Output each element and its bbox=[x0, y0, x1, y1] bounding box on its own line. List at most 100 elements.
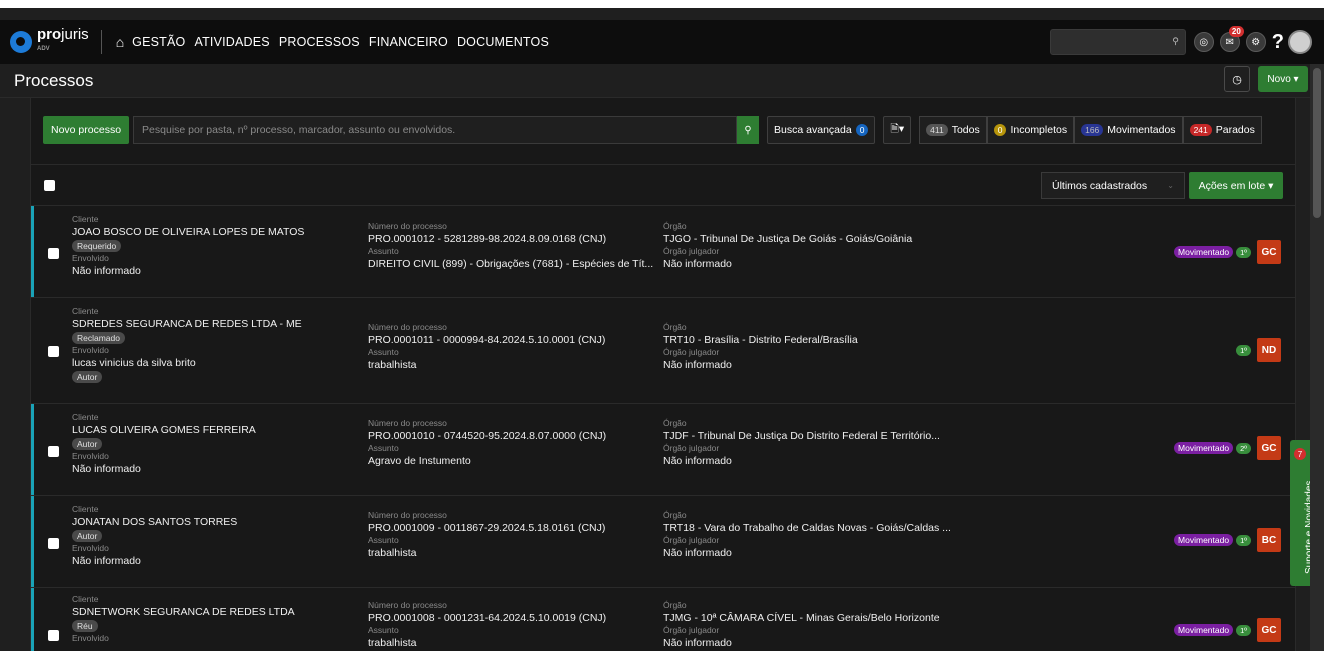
filter-group: 411 Todos 0 Incompletos 166 Movimentados 24… bbox=[919, 116, 1262, 144]
home-icon[interactable]: ⌂ bbox=[116, 34, 124, 50]
table-row[interactable]: Cliente JOAO BOSCO DE OLIVEIRA LOPES DE … bbox=[31, 206, 1295, 298]
instance-badge: 1º bbox=[1236, 534, 1251, 546]
filter-movimentados[interactable]: 166 Movimentados bbox=[1074, 116, 1183, 144]
search-icon: ⚲ bbox=[1172, 36, 1179, 46]
history-button[interactable]: ◷ bbox=[1224, 66, 1250, 92]
row-checkbox[interactable] bbox=[48, 446, 59, 457]
gear-icon: ⚙ bbox=[1251, 36, 1261, 48]
process-number[interactable]: PRO.0001012 - 5281289-98.2024.8.09.0168 … bbox=[368, 232, 653, 246]
search-icon: ⚲ bbox=[744, 124, 752, 136]
settings-button[interactable]: ⚙ bbox=[1245, 32, 1266, 52]
client-name[interactable]: JOAO BOSCO DE OLIVEIRA LOPES DE MATOS bbox=[72, 225, 304, 239]
help-icon[interactable]: ? bbox=[1272, 31, 1284, 54]
process-search-input[interactable]: Pesquise por pasta, nº processo, marcado… bbox=[133, 116, 738, 144]
scrollbar[interactable] bbox=[1310, 64, 1324, 651]
judge-organ: Não informado bbox=[663, 637, 732, 649]
notification-count: 20 bbox=[1228, 26, 1244, 37]
nav-documentos[interactable]: DOCUMENTOS bbox=[457, 35, 549, 49]
sort-select[interactable]: Últimos cadastrados ⌄ bbox=[1041, 172, 1185, 199]
role-tag: Autor bbox=[72, 438, 103, 450]
nav-processos[interactable]: PROCESSOS bbox=[279, 35, 360, 49]
support-count: 7 bbox=[1294, 448, 1306, 460]
row-checkbox[interactable] bbox=[48, 538, 59, 549]
table-row[interactable]: Cliente SDREDES SEGURANCA DE REDES LTDA … bbox=[31, 298, 1295, 404]
new-process-button[interactable]: Novo processo bbox=[43, 116, 130, 144]
nav-atividades[interactable]: ATIVIDADES bbox=[194, 35, 269, 49]
globe-icon: ◎ bbox=[1199, 36, 1209, 48]
row-accent bbox=[31, 588, 34, 651]
status-badge: Movimentado bbox=[1174, 442, 1234, 454]
nav-divider bbox=[100, 30, 102, 54]
filter-todos[interactable]: 411 Todos bbox=[919, 116, 987, 144]
export-button[interactable]: 🗎▾ bbox=[883, 116, 912, 144]
row-checkbox[interactable] bbox=[48, 346, 59, 357]
involved-name: lucas vinicius da silva brito bbox=[72, 357, 196, 369]
process-organ: TJMG - 10ª CÂMARA CÍVEL - Minas Gerais/B… bbox=[663, 612, 940, 624]
row-checkbox[interactable] bbox=[48, 248, 59, 259]
client-name[interactable]: SDNETWORK SEGURANCA DE REDES LTDA bbox=[72, 605, 295, 619]
app-window: projuris ADV ⌂ GESTÃO ATIVIDADES PROCESS… bbox=[0, 8, 1324, 651]
judge-organ: Não informado bbox=[663, 258, 732, 270]
process-organ: TJGO - Tribunal De Justiça De Goiás - Go… bbox=[663, 233, 913, 245]
instance-badge: 1º bbox=[1236, 246, 1251, 258]
row-accent bbox=[31, 206, 34, 297]
table-row[interactable]: Cliente JONATAN DOS SANTOS TORRES Autor … bbox=[31, 496, 1295, 588]
table-row[interactable]: Cliente SDNETWORK SEGURANCA DE REDES LTD… bbox=[31, 588, 1295, 651]
novo-dropdown-button[interactable]: Novo ▾ bbox=[1258, 66, 1308, 92]
client-name[interactable]: LUCAS OLIVEIRA GOMES FERREIRA bbox=[72, 423, 256, 437]
client-name[interactable]: SDREDES SEGURANCA DE REDES LTDA - ME bbox=[72, 317, 302, 331]
projuris-logo[interactable]: projuris ADV bbox=[10, 26, 89, 56]
page-header: Processos ◷ Novo ▾ bbox=[0, 64, 1324, 98]
responsible-avatar[interactable]: GC bbox=[1257, 618, 1281, 642]
process-organ: TJDF - Tribunal De Justiça Do Distrito F… bbox=[663, 430, 940, 442]
status-badge: Movimentado bbox=[1174, 534, 1234, 546]
globe-button[interactable]: ◎ bbox=[1193, 32, 1214, 52]
role-tag: Réu bbox=[72, 620, 98, 632]
advanced-count: 0 bbox=[855, 124, 869, 136]
process-number[interactable]: PRO.0001011 - 0000994-84.2024.5.10.0001 … bbox=[368, 333, 605, 347]
search-submit-button[interactable]: ⚲ bbox=[737, 116, 760, 144]
file-icon: 🗎▾ bbox=[890, 123, 905, 135]
advanced-search-button[interactable]: Busca avançada 0 bbox=[767, 116, 876, 144]
row-checkbox[interactable] bbox=[48, 630, 59, 641]
filter-incompletos[interactable]: 0 Incompletos bbox=[986, 116, 1075, 144]
logo-subtitle: ADV bbox=[37, 46, 50, 52]
top-navbar: projuris ADV ⌂ GESTÃO ATIVIDADES PROCESS… bbox=[0, 20, 1324, 64]
scroll-thumb[interactable] bbox=[1313, 68, 1321, 218]
responsible-avatar[interactable]: GC bbox=[1257, 240, 1281, 264]
row-accent bbox=[31, 496, 34, 587]
involved-name: Não informado bbox=[72, 463, 141, 475]
process-subject: trabalhista bbox=[368, 547, 417, 559]
user-avatar[interactable] bbox=[1288, 30, 1312, 54]
global-search-input[interactable]: ⚲ bbox=[1049, 29, 1186, 55]
process-number[interactable]: PRO.0001009 - 0011867-29.2024.5.18.0161 … bbox=[368, 521, 605, 535]
responsible-avatar[interactable]: ND bbox=[1257, 338, 1281, 362]
process-number[interactable]: PRO.0001008 - 0001231-64.2024.5.10.0019 … bbox=[368, 611, 606, 625]
judge-organ: Não informado bbox=[663, 359, 732, 371]
screen: projuris ADV ⌂ GESTÃO ATIVIDADES PROCESS… bbox=[0, 0, 1324, 651]
nav-gestao[interactable]: GESTÃO bbox=[132, 35, 185, 49]
status-badge: Movimentado bbox=[1174, 246, 1234, 258]
messages-button[interactable]: ✉ 20 bbox=[1219, 26, 1244, 52]
nav-financeiro[interactable]: FINANCEIRO bbox=[369, 35, 448, 49]
table-row[interactable]: Cliente LUCAS OLIVEIRA GOMES FERREIRA Au… bbox=[31, 404, 1295, 496]
role-tag: Reclamado bbox=[72, 332, 125, 344]
involved-name: Não informado bbox=[72, 265, 141, 277]
responsible-avatar[interactable]: GC bbox=[1257, 436, 1281, 460]
role-tag: Requerido bbox=[72, 240, 122, 252]
select-all-checkbox[interactable] bbox=[44, 180, 55, 191]
bulk-actions-button[interactable]: Ações em lote ▾ bbox=[1189, 172, 1283, 199]
responsible-avatar[interactable]: BC bbox=[1257, 528, 1281, 552]
logo-text-light: juris bbox=[61, 26, 89, 43]
mail-icon: ✉ bbox=[1225, 36, 1234, 48]
instance-badge: 1º bbox=[1236, 344, 1251, 356]
client-name[interactable]: JONATAN DOS SANTOS TORRES bbox=[72, 515, 237, 529]
toolbar: Novo processo Pesquise por pasta, nº pro… bbox=[43, 116, 1287, 144]
list-header: Últimos cadastrados ⌄ Ações em lote ▾ bbox=[31, 164, 1295, 206]
role-tag: Autor bbox=[72, 530, 103, 542]
filter-parados[interactable]: 241 Parados bbox=[1182, 116, 1262, 144]
support-news-tab[interactable]: 7 Suporte e Novidades bbox=[1290, 440, 1315, 586]
process-subject: trabalhista bbox=[368, 359, 417, 371]
instance-badge: 2º bbox=[1236, 442, 1251, 454]
process-number[interactable]: PRO.0001010 - 0744520-95.2024.8.07.0000 … bbox=[368, 429, 606, 443]
